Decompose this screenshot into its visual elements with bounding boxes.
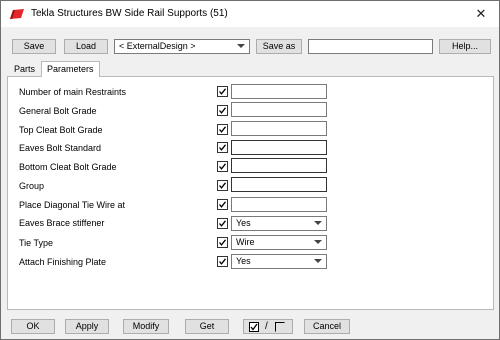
checkbox-place-diagonal-tie-wire-at[interactable] bbox=[217, 199, 228, 210]
input-group[interactable] bbox=[231, 177, 327, 192]
tab-parts[interactable]: Parts bbox=[9, 62, 40, 76]
input-number-of-main-restraints[interactable] bbox=[231, 84, 327, 99]
checkmark-icon bbox=[219, 107, 227, 114]
input-bottom-cleat-bolt-grade[interactable] bbox=[231, 158, 327, 173]
ok-button[interactable]: OK bbox=[11, 319, 55, 334]
checkmark-icon bbox=[219, 126, 227, 133]
select-value: Wire bbox=[236, 237, 255, 247]
checkbox-tie-type[interactable] bbox=[217, 237, 228, 248]
checkmark-icon bbox=[219, 88, 227, 95]
label-place-diagonal-tie-wire-at: Place Diagonal Tie Wire at bbox=[19, 200, 126, 210]
label-tie-type: Tie Type bbox=[19, 238, 54, 248]
save-as-button[interactable]: Save as bbox=[256, 39, 302, 54]
select-value: Yes bbox=[236, 218, 251, 228]
label-group: Group bbox=[19, 181, 45, 191]
tekla-logo-icon bbox=[10, 9, 24, 19]
checkbox-number-of-main-restraints[interactable] bbox=[217, 86, 228, 97]
help-button[interactable]: Help... bbox=[439, 39, 491, 54]
checkmark-icon bbox=[219, 163, 227, 170]
unchecked-box-icon bbox=[275, 322, 285, 332]
input-place-diagonal-tie-wire-at[interactable] bbox=[231, 197, 327, 212]
preset-select-value: < ExternalDesign > bbox=[119, 41, 196, 51]
chevron-down-icon bbox=[237, 44, 245, 48]
label-bottom-cleat-bolt-grade: Bottom Cleat Bolt Grade bbox=[19, 162, 117, 172]
checkbox-general-bolt-grade[interactable] bbox=[217, 105, 228, 116]
checkbox-eaves-brace-stiffener[interactable] bbox=[217, 218, 228, 229]
title-bar: Tekla Structures BW Side Rail Supports (… bbox=[1, 1, 499, 27]
cancel-button[interactable]: Cancel bbox=[304, 319, 350, 334]
checkbox-bottom-cleat-bolt-grade[interactable] bbox=[217, 161, 228, 172]
checkmark-icon bbox=[219, 144, 227, 151]
input-top-cleat-bolt-grade[interactable] bbox=[231, 121, 327, 136]
label-eaves-bolt-standard: Eaves Bolt Standard bbox=[19, 143, 102, 153]
modify-button[interactable]: Modify bbox=[123, 319, 169, 334]
checkmark-icon bbox=[219, 220, 227, 227]
chevron-down-icon bbox=[314, 221, 322, 225]
checkbox-group[interactable] bbox=[217, 180, 228, 191]
checkmark-icon bbox=[219, 182, 227, 189]
save-button[interactable]: Save bbox=[12, 39, 56, 54]
tab-parameters[interactable]: Parameters bbox=[41, 61, 100, 77]
save-as-name-input[interactable] bbox=[308, 39, 433, 54]
checkmark-icon bbox=[219, 201, 227, 208]
checked-box-icon bbox=[249, 322, 259, 332]
window-title: Tekla Structures BW Side Rail Supports (… bbox=[31, 8, 228, 19]
select-eaves-brace-stiffener[interactable]: Yes bbox=[231, 216, 327, 231]
checkbox-eaves-bolt-standard[interactable] bbox=[217, 142, 228, 153]
close-icon[interactable]: ✕ bbox=[471, 5, 491, 23]
load-button[interactable]: Load bbox=[64, 39, 108, 54]
checkmark-icon bbox=[219, 258, 227, 265]
select-attach-finishing-plate[interactable]: Yes bbox=[231, 254, 327, 269]
get-button[interactable]: Get bbox=[185, 319, 229, 334]
checkbox-attach-finishing-plate[interactable] bbox=[217, 256, 228, 267]
chevron-down-icon bbox=[314, 240, 322, 244]
toggle-separator: / bbox=[265, 321, 268, 332]
toggle-all-checkboxes-button[interactable]: / bbox=[243, 319, 293, 334]
input-eaves-bolt-standard[interactable] bbox=[231, 140, 327, 155]
preset-select[interactable]: < ExternalDesign > bbox=[114, 39, 250, 54]
label-general-bolt-grade: General Bolt Grade bbox=[19, 106, 97, 116]
select-value: Yes bbox=[236, 256, 251, 266]
dialog-window: Tekla Structures BW Side Rail Supports (… bbox=[0, 0, 500, 340]
select-tie-type[interactable]: Wire bbox=[231, 235, 327, 250]
checkbox-top-cleat-bolt-grade[interactable] bbox=[217, 124, 228, 135]
label-number-of-main-restraints: Number of main Restraints bbox=[19, 87, 127, 97]
apply-button[interactable]: Apply bbox=[65, 319, 109, 334]
label-top-cleat-bolt-grade: Top Cleat Bolt Grade bbox=[19, 125, 103, 135]
chevron-down-icon bbox=[314, 259, 322, 263]
input-general-bolt-grade[interactable] bbox=[231, 102, 327, 117]
label-attach-finishing-plate: Attach Finishing Plate bbox=[19, 257, 107, 267]
checkmark-icon bbox=[219, 239, 227, 246]
label-eaves-brace-stiffener: Eaves Brace stiffener bbox=[19, 218, 105, 228]
